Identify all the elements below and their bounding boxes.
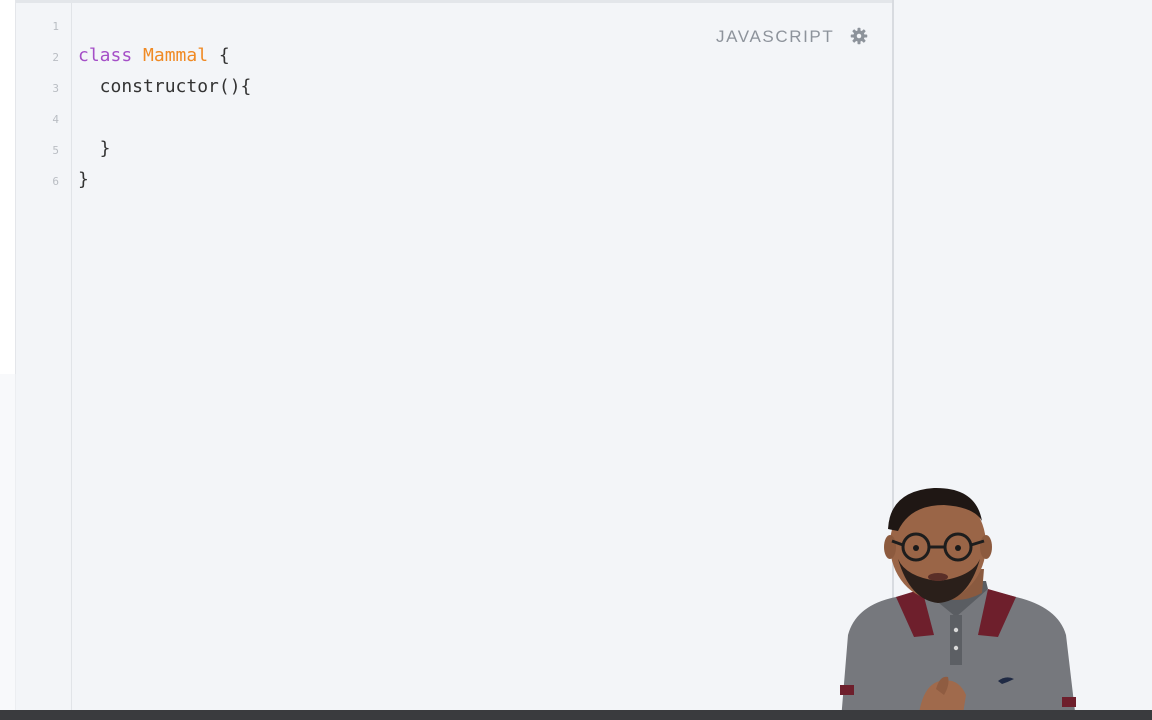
- gear-icon[interactable]: [850, 27, 868, 45]
- screen: 1 2 3 4 5 6 class Mammal { constructor()…: [0, 0, 1152, 720]
- video-bottom-bar: [0, 710, 1152, 720]
- line-number: 5: [52, 144, 59, 157]
- line-number: 1: [52, 20, 59, 33]
- left-edge-panel: [0, 0, 16, 374]
- code-line-5[interactable]: }: [78, 138, 111, 160]
- class-name-token: Mammal: [143, 45, 209, 66]
- code-token: {: [208, 45, 230, 66]
- code-line-6[interactable]: }: [78, 169, 89, 191]
- line-number: 3: [52, 82, 59, 95]
- code-line-2[interactable]: class Mammal {: [78, 45, 230, 67]
- code-line-3[interactable]: constructor(){: [78, 76, 252, 98]
- line-number-gutter: 1 2 3 4 5 6: [16, 3, 72, 710]
- left-edge-panel-lower: [0, 374, 16, 710]
- code-editor[interactable]: 1 2 3 4 5 6 class Mammal { constructor()…: [16, 3, 892, 710]
- keyword-token: class: [78, 45, 133, 66]
- line-number: 4: [52, 113, 59, 126]
- line-number: 6: [52, 175, 59, 188]
- presenter-video: [840, 487, 1076, 720]
- line-number: 2: [52, 51, 59, 64]
- language-label: JAVASCRIPT: [716, 27, 835, 46]
